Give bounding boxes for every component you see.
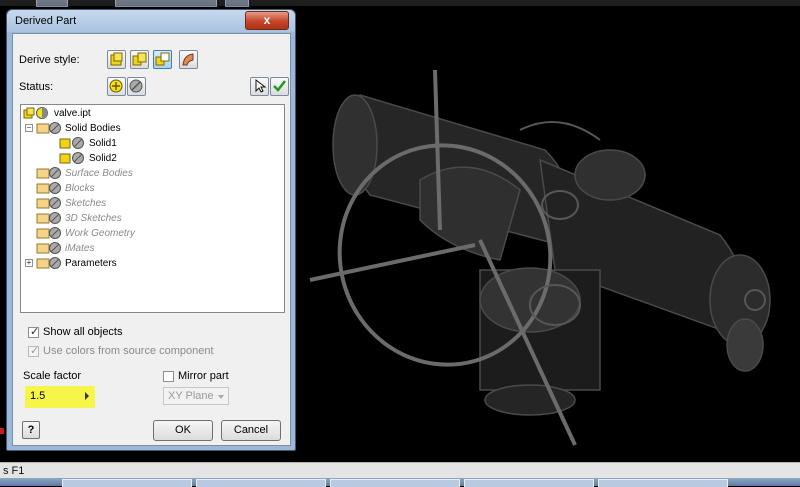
help-button[interactable]: ? <box>22 421 40 439</box>
scale-factor-value: 1.5 <box>30 390 46 402</box>
folder-icon <box>36 183 50 194</box>
status-exclude-button[interactable] <box>127 77 146 96</box>
tree-item-solid-bodies[interactable]: − Solid Bodies <box>25 121 275 136</box>
folder-icon <box>36 228 50 239</box>
dialog-client-area: Derive style: Status: valve.ipt − Solid … <box>12 33 291 446</box>
show-all-objects-checkbox[interactable]: ✓ <box>28 326 39 338</box>
folder-icon <box>36 123 50 134</box>
tree-item-solid2[interactable]: Solid2 <box>59 151 259 166</box>
ok-button[interactable]: OK <box>153 420 213 441</box>
folder-icon <box>36 243 50 254</box>
derive-style-single-body-icon <box>110 52 123 66</box>
tree-item-label: iMates <box>65 243 95 254</box>
view-marker <box>0 428 4 434</box>
folder-icon <box>36 168 50 179</box>
tree-item-label: Work Geometry <box>65 228 136 239</box>
mirror-plane-select[interactable]: XY Plane <box>163 387 229 405</box>
solid-body-icon <box>59 138 71 149</box>
scale-factor-label: Scale factor <box>23 370 82 382</box>
tree-item-blocks[interactable]: Blocks <box>36 181 276 196</box>
folder-icon <box>36 198 50 209</box>
scale-factor-arrow-icon[interactable] <box>85 392 89 400</box>
show-all-objects-label: Show all objects <box>43 326 123 338</box>
toolbar-fragment <box>115 0 217 7</box>
valve-part-icon <box>23 107 48 119</box>
mirror-part-checkbox[interactable] <box>163 371 174 382</box>
tree-item-parameters[interactable]: + Parameters <box>25 256 275 271</box>
derive-style-multiple-bodies-icon <box>155 52 170 66</box>
toolbar-fragment <box>36 0 68 7</box>
tree-item-label: Solid1 <box>89 138 117 149</box>
windows-taskbar <box>0 478 800 487</box>
solid-body-icon <box>59 153 71 164</box>
select-from-graphics-icon <box>255 79 267 93</box>
collapse-icon[interactable]: − <box>25 124 33 132</box>
apply-check-icon <box>273 80 286 92</box>
tree-item-sketches[interactable]: Sketches <box>36 196 276 211</box>
mirror-plane-value: XY Plane <box>168 390 214 402</box>
cancel-button[interactable]: Cancel <box>221 420 281 441</box>
derive-style-keep-seams-icon <box>132 52 147 66</box>
select-from-graphics-button[interactable] <box>250 77 269 96</box>
tree-item-root[interactable]: valve.ipt <box>23 106 273 121</box>
status-include-icon <box>109 79 123 93</box>
tree-item-label: Sketches <box>65 198 107 209</box>
derive-style-keep-seams-button[interactable] <box>130 50 149 69</box>
tree-item-3d-sketches[interactable]: 3D Sketches <box>36 211 276 226</box>
derive-style-label: Derive style: <box>19 54 80 66</box>
status-exclude-icon <box>129 79 143 93</box>
tree-item-surface-bodies[interactable]: Surface Bodies <box>36 166 276 181</box>
derive-style-single-body-button[interactable] <box>107 50 126 69</box>
close-button[interactable]: x <box>245 11 289 30</box>
tree-item-solid1[interactable]: Solid1 <box>59 136 259 151</box>
folder-icon <box>36 213 50 224</box>
derive-style-surface-icon <box>182 53 194 66</box>
body-tree-view[interactable]: valve.ipt − Solid Bodies Solid1 Solid2 S… <box>20 104 285 313</box>
apply-button[interactable] <box>270 77 289 96</box>
derived-part-dialog: Derived Part x Derive style: Status: val… <box>6 9 296 451</box>
derive-style-multiple-bodies-button[interactable] <box>153 50 172 69</box>
dialog-title: Derived Part <box>15 15 77 27</box>
tree-item-label: Surface Bodies <box>65 168 133 179</box>
status-bar: s F1 <box>0 462 800 479</box>
folder-icon <box>36 258 50 269</box>
top-toolbar-strip <box>0 0 800 7</box>
derive-style-surface-button[interactable] <box>179 50 198 69</box>
tree-item-label: valve.ipt <box>54 108 91 119</box>
status-text: s F1 <box>3 465 25 477</box>
dialog-titlebar[interactable]: Derived Part x <box>7 10 295 32</box>
status-label: Status: <box>19 81 54 93</box>
tree-item-label: Blocks <box>65 183 95 194</box>
tree-item-label: 3D Sketches <box>65 213 122 224</box>
chevron-down-icon <box>218 395 224 399</box>
use-colors-label: Use colors from source component <box>43 345 214 357</box>
tree-item-label: Solid Bodies <box>65 123 121 134</box>
status-include-button[interactable] <box>107 77 126 96</box>
tree-item-imates[interactable]: iMates <box>36 241 276 256</box>
scale-factor-input[interactable]: 1.5 <box>25 386 95 408</box>
toolbar-fragment <box>225 0 249 7</box>
tree-item-label: Solid2 <box>89 153 117 164</box>
tree-item-work-geometry[interactable]: Work Geometry <box>36 226 276 241</box>
expand-icon[interactable]: + <box>25 259 33 267</box>
use-colors-checkbox[interactable]: ✓ <box>28 345 39 357</box>
tree-item-label: Parameters <box>65 258 117 269</box>
mirror-part-label: Mirror part <box>178 370 229 382</box>
